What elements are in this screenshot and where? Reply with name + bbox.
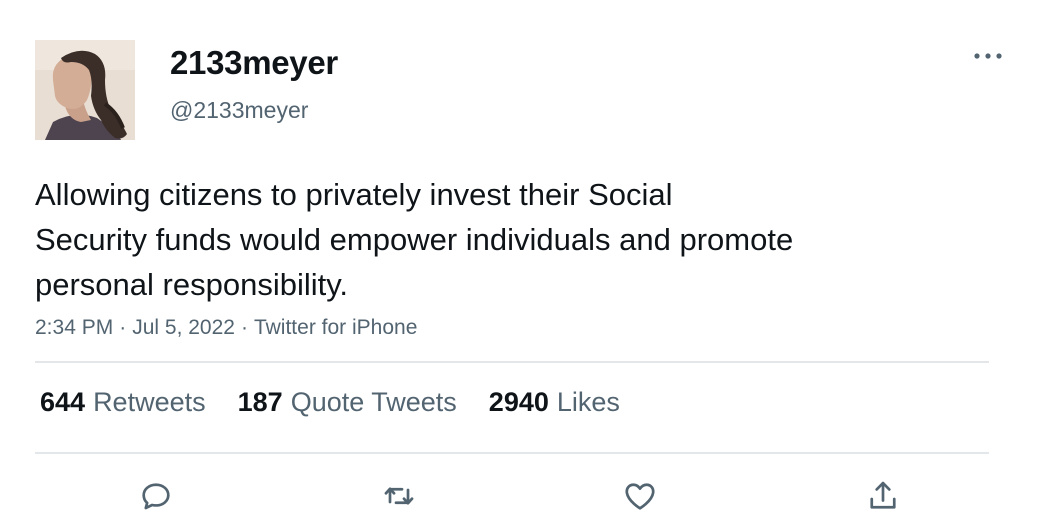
quote-tweets-label: Quote Tweets [290,387,457,417]
more-horizontal-icon[interactable] [970,42,1006,70]
avatar[interactable] [35,40,135,140]
tweet-text: Allowing citizens to privately invest th… [35,172,955,307]
retweets-count: 644 [40,387,86,417]
retweets-label: Retweets [93,387,206,417]
quote-tweets-stat[interactable]: 187 Quote Tweets [238,387,457,418]
retweet-arrows-icon [384,487,414,505]
retweets-stat[interactable]: 644 Retweets [40,387,206,418]
divider [35,452,989,454]
meta-separator: · [119,316,127,339]
likes-label: Likes [556,387,620,417]
tweet-date[interactable]: Jul 5, 2022 [132,316,235,339]
tweet-source[interactable]: Twitter for iPhone [254,316,417,339]
tweet-time[interactable]: 2:34 PM [35,316,113,339]
share-upload-icon [870,481,896,509]
tweet-detail: 2133meyer @2133meyer Allowing citizens t… [0,0,1050,525]
author-handle[interactable]: @2133meyer [170,97,308,124]
author-display-name[interactable]: 2133meyer [170,44,338,82]
tweet-text-line: personal responsibility. [35,267,349,302]
share-button[interactable] [861,474,905,518]
divider [35,361,989,363]
tweet-text-line: Security funds would empower individuals… [35,222,794,257]
avatar-photo [35,40,135,140]
quote-tweets-count: 187 [237,387,283,417]
tweet-text-line: Allowing citizens to privately invest th… [35,177,673,212]
likes-stat[interactable]: 2940 Likes [489,387,620,418]
retweet-button[interactable] [377,474,421,518]
reply-bubble-icon [142,483,170,510]
reply-button[interactable] [134,474,178,518]
tweet-meta: 2:34 PM · Jul 5, 2022 · Twitter for iPhone [35,316,417,340]
likes-count: 2940 [488,387,549,417]
like-button[interactable] [618,474,662,518]
meta-separator: · [240,316,248,339]
engagement-stats: 644 Retweets 187 Quote Tweets 2940 Likes [40,387,620,418]
heart-icon [625,483,655,510]
